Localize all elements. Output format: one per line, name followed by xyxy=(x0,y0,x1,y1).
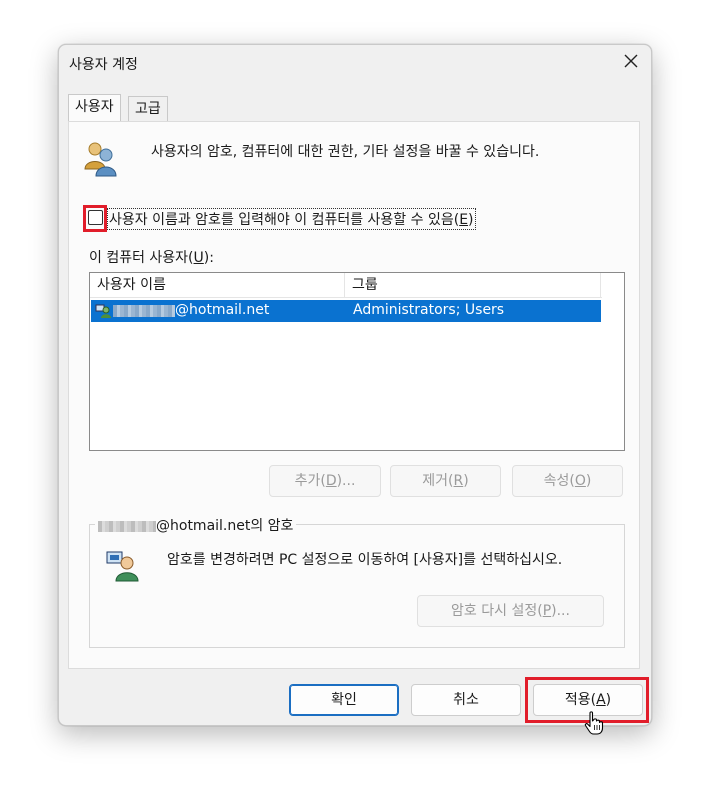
password-group-title: @hotmail.net의 암호 xyxy=(95,515,297,535)
hand-cursor-icon xyxy=(584,711,604,735)
header-divider xyxy=(90,297,602,298)
properties-button[interactable]: 속성(O) xyxy=(512,465,623,497)
password-group xyxy=(89,524,625,648)
remove-button[interactable]: 제거(R) xyxy=(390,465,501,497)
cancel-button[interactable]: 취소 xyxy=(411,684,521,716)
computer-users-label: 이 컴퓨터 사용자(U): xyxy=(89,250,214,266)
tab-users[interactable]: 사용자 xyxy=(68,94,121,122)
close-icon xyxy=(624,54,638,68)
column-header-username[interactable]: 사용자 이름 xyxy=(90,273,345,297)
password-message: 암호를 변경하려면 PC 설정으로 이동하여 [사용자]를 선택하십시오. xyxy=(167,552,563,568)
group-cell: Administrators; Users xyxy=(353,302,505,318)
users-icon xyxy=(81,139,121,179)
tab-advanced[interactable]: 고급 xyxy=(128,96,168,121)
reset-password-button[interactable]: 암호 다시 설정(P)... xyxy=(417,595,604,627)
require-password-label[interactable]: 사용자 이름과 암호를 입력해야 이 컴퓨터를 사용할 수 있음(E) xyxy=(107,208,476,230)
user-account-icon xyxy=(105,548,139,582)
user-icon xyxy=(95,303,111,319)
redacted-username xyxy=(113,305,175,317)
users-list[interactable]: 사용자 이름 그룹 @hotmail.net Administrators; U… xyxy=(89,272,625,451)
table-row[interactable]: @hotmail.net Administrators; Users xyxy=(91,300,601,322)
username-cell: @hotmail.net xyxy=(175,302,270,318)
close-button[interactable] xyxy=(619,49,643,73)
column-header-group[interactable]: 그룹 xyxy=(345,273,601,297)
dialog-title: 사용자 계정 xyxy=(69,57,138,73)
ok-button[interactable]: 확인 xyxy=(289,684,399,716)
add-button[interactable]: 추가(D)... xyxy=(269,465,381,497)
info-text: 사용자의 암호, 컴퓨터에 대한 권한, 기타 설정을 바꿀 수 있습니다. xyxy=(151,144,540,160)
require-password-checkbox[interactable] xyxy=(88,210,103,225)
tab-panel-users: 사용자의 암호, 컴퓨터에 대한 권한, 기타 설정을 바꿀 수 있습니다. 사… xyxy=(68,121,640,669)
redacted-account xyxy=(98,520,156,532)
user-accounts-dialog: 사용자 계정 사용자 고급 사용자의 암호, 컴퓨터에 대한 권한, 기타 설정… xyxy=(58,44,652,735)
